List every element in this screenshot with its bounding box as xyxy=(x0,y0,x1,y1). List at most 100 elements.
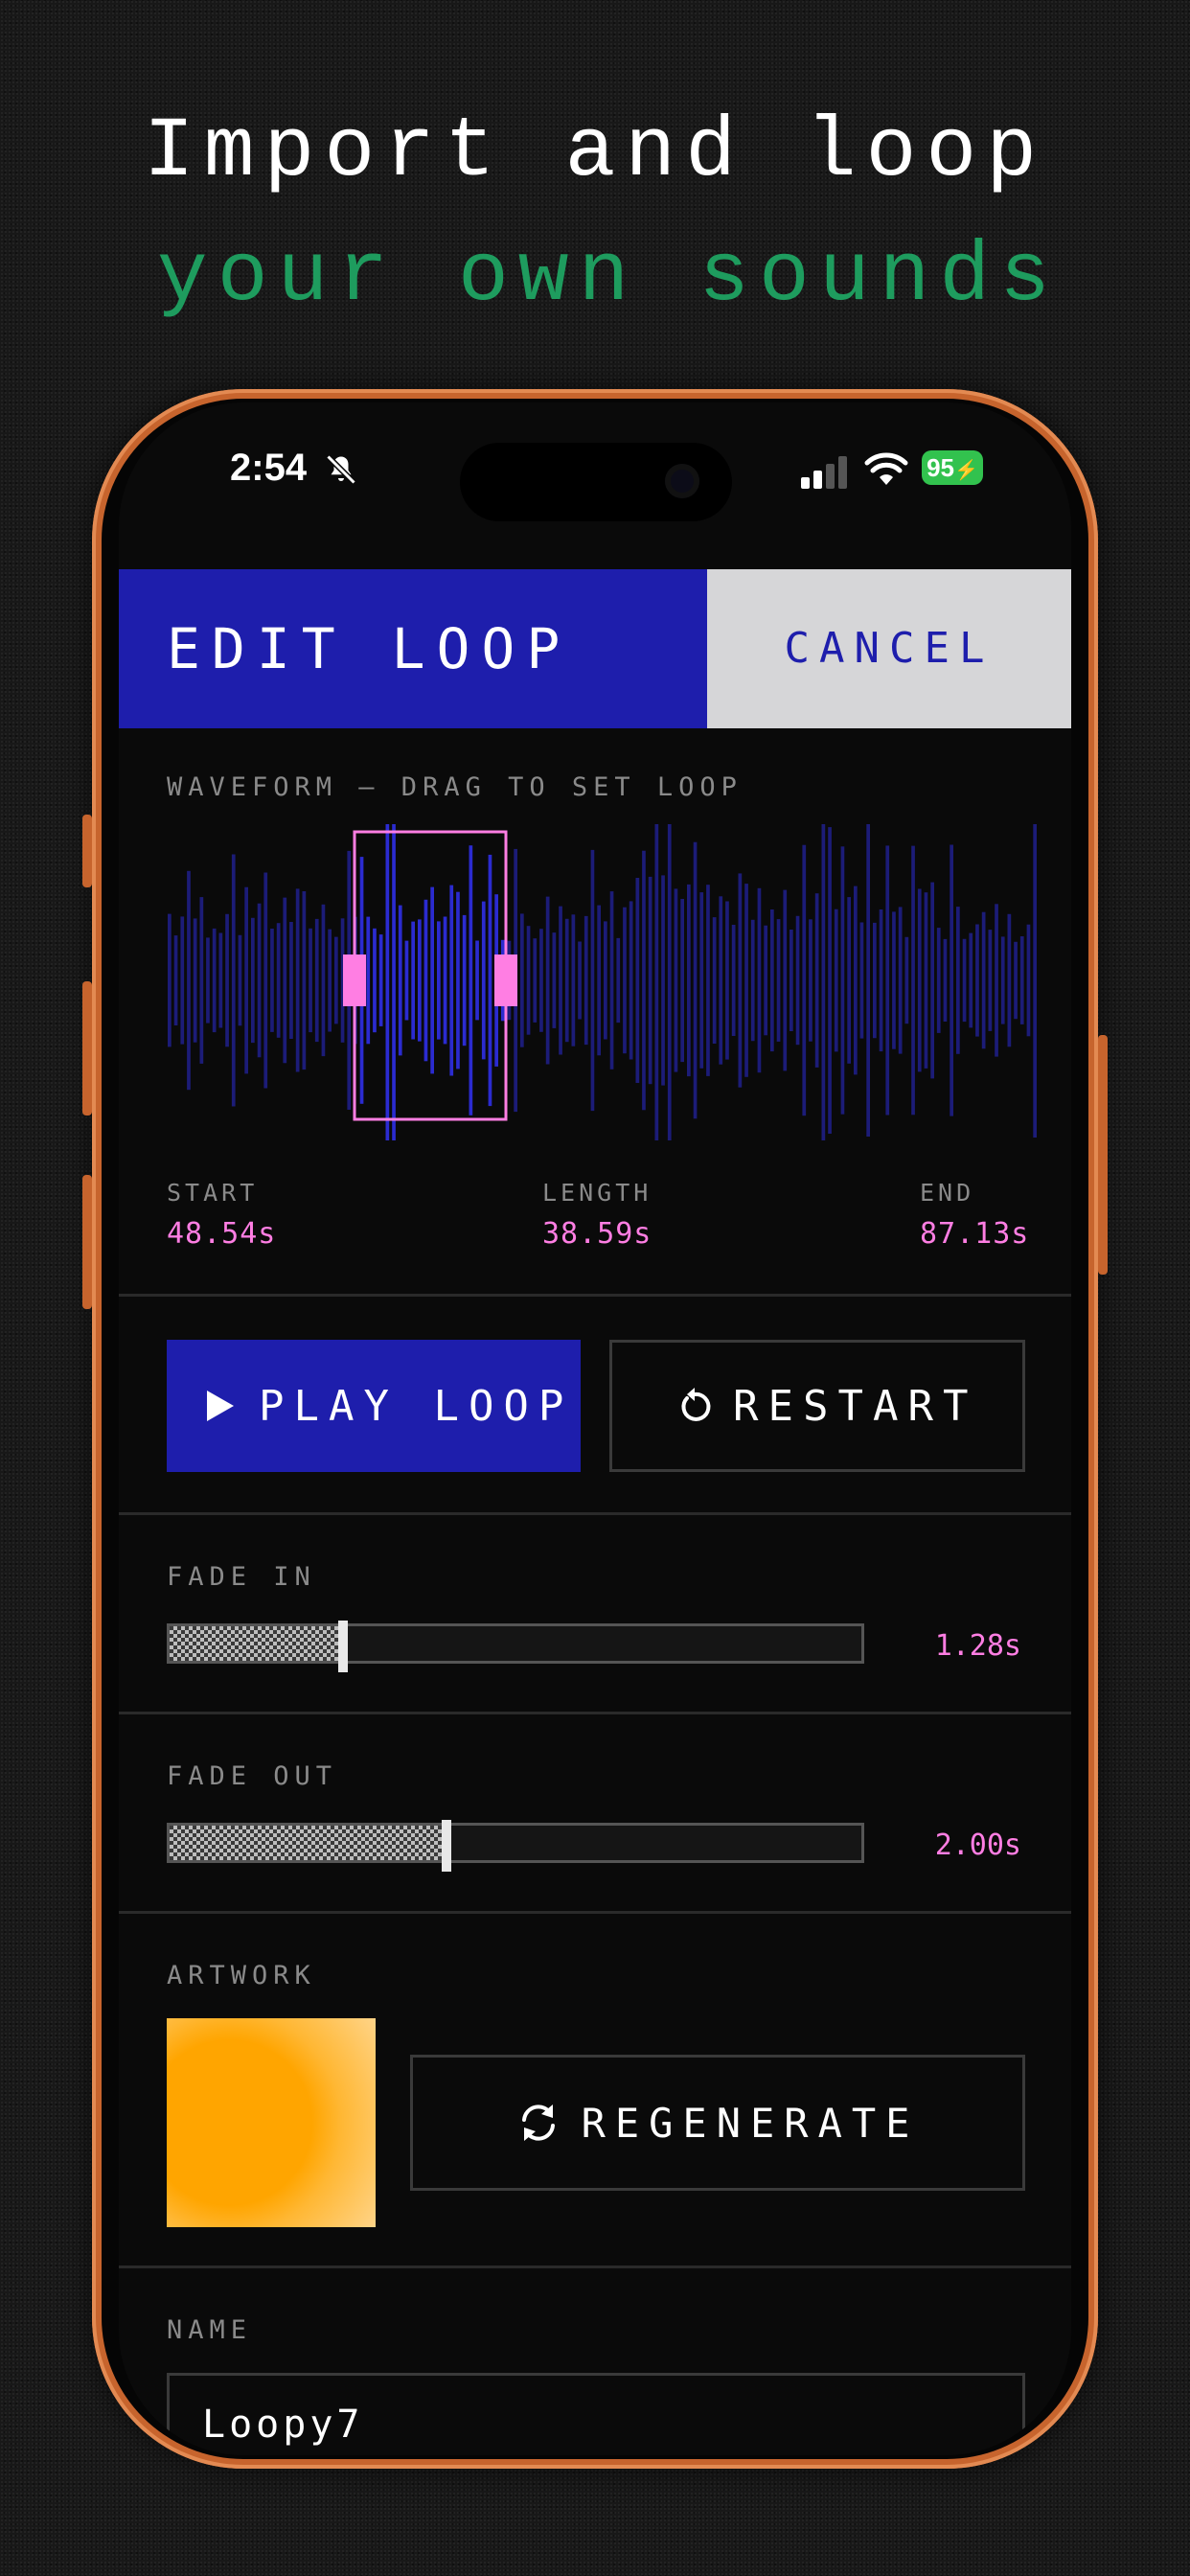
waveform-bar xyxy=(840,846,845,1115)
waveform-editor[interactable] xyxy=(167,824,1039,1140)
waveform-bar xyxy=(437,921,441,1040)
promo-subheadline: your own sounds xyxy=(156,230,1061,325)
waveform-bar xyxy=(392,824,396,1140)
waveform-bar xyxy=(604,921,607,1040)
artwork-label: ARTWORK xyxy=(167,1961,316,1990)
waveform-bar xyxy=(533,938,538,1023)
waveform-bar xyxy=(859,922,864,1039)
loop-end-handle[interactable] xyxy=(494,954,517,1006)
waveform-bar xyxy=(738,873,743,1088)
waveform-bar xyxy=(706,885,710,1076)
waveform-bar xyxy=(481,901,486,1060)
waveform-bar xyxy=(584,915,588,1046)
waveform-bar xyxy=(712,917,717,1044)
status-bar: 2:54 95⚡ xyxy=(119,402,1071,546)
waveform-bar xyxy=(578,941,582,1020)
waveform-bar xyxy=(283,897,287,1064)
waveform-bar xyxy=(173,935,178,1025)
waveform-bar xyxy=(821,824,826,1140)
restart-button[interactable]: RESTART xyxy=(609,1340,1025,1472)
waveform-bar xyxy=(950,844,953,1116)
loop-start-handle[interactable] xyxy=(343,954,366,1006)
fade-out-fill xyxy=(170,1826,446,1860)
regenerate-label: REGENERATE xyxy=(581,2099,920,2147)
waveform-bar xyxy=(180,916,185,1045)
waveform-bar xyxy=(456,891,460,1070)
waveform-bar xyxy=(981,911,986,1049)
waveform-bar xyxy=(423,899,428,1062)
waveform-bar xyxy=(263,872,268,1089)
waveform-bar xyxy=(719,896,723,1065)
waveform-bar xyxy=(917,888,922,1072)
battery-level: 95 xyxy=(927,453,954,482)
waveform-bar xyxy=(168,913,172,1047)
waveform-bar xyxy=(309,928,312,1033)
waveform-bar xyxy=(404,940,409,1021)
waveform-bar xyxy=(725,901,729,1060)
waveform-bar xyxy=(975,924,979,1037)
waveform-bar xyxy=(206,937,210,1024)
waveform-bar xyxy=(956,907,960,1054)
waveform-bar xyxy=(936,928,941,1033)
waveform-bar xyxy=(244,886,248,1074)
waveform-bar xyxy=(385,824,390,1140)
waveform-bar xyxy=(564,918,569,1043)
waveform-bar xyxy=(699,892,704,1069)
fade-in-thumb[interactable] xyxy=(337,1621,348,1672)
waveform-bar xyxy=(443,916,447,1045)
waveform-bar xyxy=(1014,941,1018,1020)
waveform-bar xyxy=(847,897,851,1064)
waveform-bar xyxy=(366,916,371,1045)
waveform-bar xyxy=(218,932,223,1028)
play-icon xyxy=(207,1391,234,1421)
waveform-bar xyxy=(398,905,402,1056)
waveform-bar xyxy=(225,913,229,1047)
fade-in-slider[interactable] xyxy=(167,1621,864,1672)
regenerate-button[interactable]: REGENERATE xyxy=(410,2055,1025,2191)
end-label: END xyxy=(920,1179,975,1207)
play-loop-label: PLAY LOOP xyxy=(259,1381,574,1431)
waveform-bar xyxy=(930,882,934,1079)
waveform-bar xyxy=(295,888,300,1072)
refresh-icon xyxy=(521,2104,555,2141)
waveform-bar xyxy=(866,824,870,1137)
waveform-bar xyxy=(776,919,781,1042)
bell-muted-icon xyxy=(326,454,356,485)
fade-out-label: FADE OUT xyxy=(167,1761,338,1791)
waveform-bar xyxy=(199,897,204,1064)
fade-out-value: 2.00s xyxy=(934,1828,1021,1862)
fade-out-thumb[interactable] xyxy=(441,1820,451,1872)
waveform-bar xyxy=(462,914,467,1046)
waveform-bar xyxy=(854,886,858,1075)
waveform-bar xyxy=(885,845,890,1116)
waveform-bar xyxy=(270,929,274,1032)
start-value: 48.54s xyxy=(167,1217,277,1251)
waveform-bar xyxy=(520,913,524,1047)
battery-indicator: 95⚡ xyxy=(922,450,983,485)
waveform-bar xyxy=(648,876,652,1085)
play-loop-button[interactable]: PLAY LOOP xyxy=(167,1340,581,1472)
waveform-bar xyxy=(238,934,242,1026)
fade-out-slider[interactable] xyxy=(167,1820,864,1872)
waveform-bar xyxy=(430,886,434,1074)
waveform-bar xyxy=(289,922,293,1039)
length-label: LENGTH xyxy=(542,1179,652,1207)
cancel-button[interactable]: CANCEL xyxy=(707,569,1071,728)
waveform-bar xyxy=(764,925,767,1036)
waveform-bar xyxy=(680,899,684,1063)
waveform-bar xyxy=(750,919,755,1042)
waveform-bar xyxy=(661,875,665,1086)
wifi-icon xyxy=(864,452,908,485)
waveform-bar xyxy=(795,915,800,1046)
waveform-bar xyxy=(962,938,967,1023)
waveform-bar xyxy=(373,928,377,1033)
waveform-bar xyxy=(924,892,928,1069)
waveform-bar xyxy=(802,844,807,1116)
waveform-bar xyxy=(257,903,262,1058)
waveform-bar xyxy=(449,885,454,1076)
waveform-bar xyxy=(212,928,217,1033)
waveform-bar xyxy=(674,888,678,1072)
name-input[interactable]: Loopy7 xyxy=(167,2373,1025,2455)
action-button xyxy=(82,815,92,887)
waveform-bar xyxy=(873,922,877,1039)
